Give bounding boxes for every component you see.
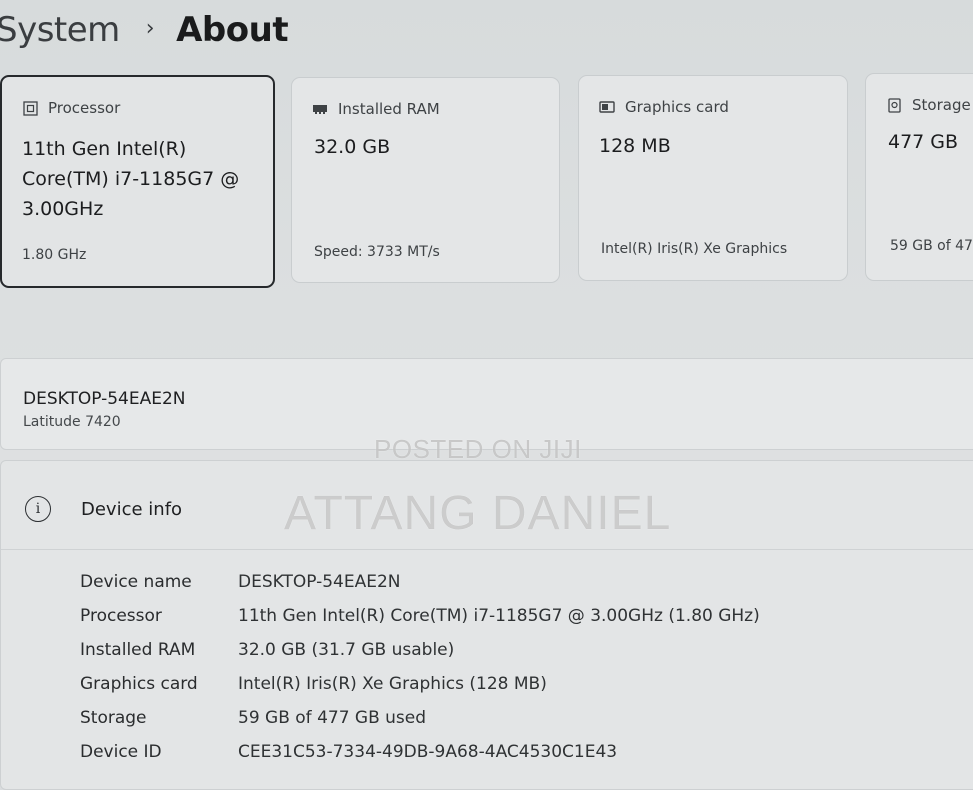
card-subtitle: Speed: 3733 MT/s <box>314 244 440 260</box>
device-info-title: Device info <box>81 499 183 520</box>
card-value: 32.0 GB <box>314 136 391 158</box>
storage-icon <box>886 97 902 113</box>
card-header: Installed RAM <box>312 100 440 118</box>
spec-row-processor: Processor 11th Gen Intel(R) Core(TM) i7-1… <box>80 606 760 626</box>
page-title: About <box>176 10 289 50</box>
card-title: Processor <box>48 99 121 117</box>
card-subtitle: Intel(R) Iris(R) Xe Graphics <box>601 241 788 257</box>
card-value: 128 MB <box>599 135 671 157</box>
spec-key: Storage <box>80 708 147 728</box>
card-title: Graphics card <box>625 98 729 116</box>
card-header: Processor <box>22 99 120 117</box>
device-name: DESKTOP-54EAE2N <box>23 389 186 409</box>
card-title: Installed RAM <box>338 100 440 118</box>
device-model: Latitude 7420 <box>23 414 121 430</box>
card-header: Graphics card <box>599 98 729 116</box>
card-value: 11th Gen Intel(R) Core(TM) i7-1185G7 @ 3… <box>22 138 240 220</box>
storage-card[interactable]: Storage 477 GB 59 GB of 47 <box>865 73 973 281</box>
spec-value: 11th Gen Intel(R) Core(TM) i7-1185G7 @ 3… <box>238 606 760 626</box>
processor-card[interactable]: Processor 11th Gen Intel(R) Core(TM) i7-… <box>0 75 275 288</box>
graphics-card-icon <box>599 100 615 114</box>
breadcrumb-system-link[interactable]: System <box>0 10 120 50</box>
spec-key: Device ID <box>80 742 162 762</box>
info-icon: i <box>25 496 51 522</box>
spec-value: 32.0 GB (31.7 GB usable) <box>238 640 455 660</box>
card-subtitle: 1.80 GHz <box>22 247 87 263</box>
card-header: Storage <box>886 96 971 114</box>
card-subtitle: 59 GB of 47 <box>890 238 973 254</box>
spec-row-graphics-card: Graphics card Intel(R) Iris(R) Xe Graphic… <box>80 674 547 694</box>
graphics-card-card[interactable]: Graphics card 128 MB Intel(R) Iris(R) Xe… <box>578 75 848 281</box>
installed-ram-card[interactable]: Installed RAM 32.0 GB Speed: 3733 MT/s <box>291 77 560 283</box>
spec-value: DESKTOP-54EAE2N <box>238 572 401 592</box>
processor-icon <box>22 100 38 116</box>
spec-row-storage: Storage 59 GB of 477 GB used <box>80 708 426 728</box>
spec-key: Device name <box>80 572 192 592</box>
spec-row-installed-ram: Installed RAM 32.0 GB (31.7 GB usable) <box>80 640 454 660</box>
spec-key: Graphics card <box>80 674 198 694</box>
spec-key: Installed RAM <box>80 640 196 660</box>
device-info-header[interactable]: i Device info <box>1 461 973 550</box>
device-name-panel: DESKTOP-54EAE2N Latitude 7420 <box>0 358 973 450</box>
spec-key: Processor <box>80 606 162 626</box>
card-title: Storage <box>912 96 971 114</box>
spec-row-device-name: Device name DESKTOP-54EAE2N <box>80 572 401 592</box>
spec-value: 59 GB of 477 GB used <box>238 708 427 728</box>
ram-icon <box>312 102 328 116</box>
breadcrumb: System › About <box>0 6 289 54</box>
chevron-right-icon: › <box>145 15 155 41</box>
spec-value: Intel(R) Iris(R) Xe Graphics (128 MB) <box>238 674 547 694</box>
card-value: 477 GB <box>888 131 959 153</box>
spec-value: CEE31C53-7334-49DB-9A68-4AC4530C1E43 <box>238 742 618 762</box>
spec-row-device-id: Device ID CEE31C53-7334-49DB-9A68-4AC4530… <box>80 742 617 762</box>
